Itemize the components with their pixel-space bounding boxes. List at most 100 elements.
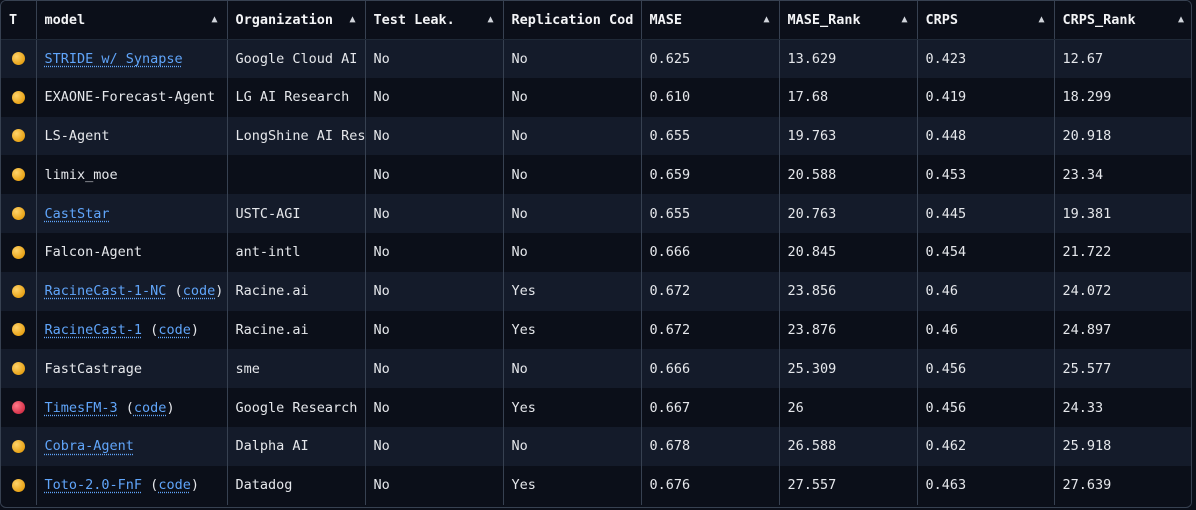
model-link[interactable]: Cobra-Agent (45, 438, 134, 454)
mase-rank-cell: 20.845 (779, 232, 918, 272)
code-link[interactable]: code (158, 477, 191, 493)
column-header-mase[interactable]: MASE ▲ (641, 1, 780, 40)
model-link[interactable]: CastStar (45, 206, 110, 222)
table-row: Cobra-Agent Dalpha AI No No 0.678 26.588 0.462… (1, 426, 1191, 466)
sort-arrow-icon[interactable]: ▲ (763, 14, 769, 25)
code-link[interactable]: code (134, 400, 167, 416)
table-row: STRIDE w/ Synapse Google Cloud AI No No 0.62… (1, 39, 1191, 78)
model-link[interactable]: RacineCast-1-NC (45, 283, 167, 299)
model-cell: limix_moe (36, 155, 228, 195)
crps-cell: 0.453 (917, 155, 1055, 195)
test-leak-cell: No (365, 426, 504, 466)
test-leak-cell: No (365, 155, 504, 195)
mase-cell: 0.655 (641, 116, 780, 156)
model-link[interactable]: RacineCast-1 (45, 322, 143, 338)
test-leak-cell: No (365, 194, 504, 233)
crps-rank-cell: 23.34 (1062, 166, 1104, 183)
column-header-crps-rank[interactable]: CRPS_Rank ▲ (1054, 1, 1191, 40)
mase-cell: 0.659 (641, 155, 780, 195)
mase-cell: 0.672 (641, 310, 780, 350)
replication-code-cell: No (503, 116, 642, 156)
type-dot-icon (11, 439, 25, 453)
table-row: RacineCast-1-NC (code) Racine.ai No Yes 0.67… (1, 271, 1191, 311)
sort-arrow-icon[interactable]: ▲ (1038, 14, 1044, 25)
type-cell (1, 310, 37, 350)
sort-arrow-icon[interactable]: ▲ (1178, 14, 1184, 25)
crps-rank-cell: 24.072 (1062, 283, 1112, 300)
crps-cell: 0.445 (917, 194, 1055, 233)
column-header-mase-rank[interactable]: MASE_Rank ▲ (779, 1, 918, 40)
sort-arrow-icon[interactable]: ▲ (487, 14, 493, 25)
table-header: T model ▲ Organization ▲ Test Leak. ▲ Repli… (1, 1, 1191, 40)
organization-cell: Dalpha AI (227, 426, 366, 466)
model-cell: FastCastrage (36, 349, 228, 389)
type-cell (1, 271, 37, 311)
type-dot-icon (11, 401, 25, 415)
type-cell (1, 116, 37, 156)
replication-code-cell: No (503, 77, 642, 117)
model-link[interactable]: STRIDE w/ Synapse (45, 51, 183, 67)
mase-cell: 0.655 (641, 194, 780, 233)
test-leak-cell: No (365, 271, 504, 311)
type-dot-icon (11, 478, 25, 492)
mase-rank-cell: 13.629 (779, 39, 918, 78)
mase-rank-cell: 19.763 (779, 116, 918, 156)
table-row: RacineCast-1 (code) Racine.ai No Yes 0.672 23… (1, 310, 1191, 350)
replication-code-cell: No (503, 426, 642, 466)
column-header-organization[interactable]: Organization ▲ (227, 1, 366, 40)
column-header-replication-code[interactable]: Replication Code (503, 1, 642, 40)
organization-cell: Racine.ai (227, 271, 366, 311)
organization-cell: Datadog (227, 465, 366, 505)
code-link[interactable]: code (158, 322, 191, 338)
type-dot-icon (11, 52, 25, 66)
test-leak-cell: No (365, 349, 504, 389)
test-leak-cell: No (365, 388, 504, 427)
replication-code-cell: No (503, 155, 642, 195)
model-cell: Toto-2.0-FnF (code) (36, 465, 228, 505)
organization-cell: Google Research (227, 388, 366, 427)
crps-rank-cell: 18.299 (1062, 89, 1112, 106)
mase-cell: 0.676 (641, 465, 780, 505)
replication-code-cell: Yes (503, 465, 642, 505)
column-header-crps[interactable]: CRPS ▲ (917, 1, 1055, 40)
crps-rank-cell: 21.722 (1062, 244, 1112, 261)
column-header-type[interactable]: T (1, 1, 37, 40)
model-link[interactable]: Toto-2.0-FnF (45, 477, 143, 493)
model-cell: EXAONE-Forecast-Agent (36, 77, 228, 117)
model-cell: RacineCast-1 (code) (36, 310, 228, 350)
crps-cell: 0.462 (917, 426, 1055, 466)
sort-arrow-icon[interactable]: ▲ (349, 14, 355, 25)
crps-rank-cell: 20.918 (1062, 127, 1112, 144)
table-row: EXAONE-Forecast-Agent LG AI Research No No 0… (1, 77, 1191, 117)
model-cell: RacineCast-1-NC (code) (36, 271, 228, 311)
replication-code-cell: No (503, 39, 642, 78)
mase-rank-cell: 23.876 (779, 310, 918, 350)
crps-rank-cell: 24.33 (1062, 399, 1104, 416)
model-cell: CastStar (36, 194, 228, 233)
mase-cell: 0.667 (641, 388, 780, 427)
type-dot-icon (11, 207, 25, 221)
type-dot-icon (11, 245, 25, 259)
model-cell: Falcon-Agent (36, 232, 228, 272)
table-row: FastCastrage sme No No 0.666 25.309 0.456 25.57… (1, 349, 1191, 389)
crps-cell: 0.463 (917, 465, 1055, 505)
table-row: TimesFM-3 (code) Google Research No Yes 0.66… (1, 388, 1191, 427)
sort-arrow-icon[interactable]: ▲ (901, 14, 907, 25)
sort-arrow-icon[interactable]: ▲ (211, 14, 217, 25)
mase-cell: 0.666 (641, 349, 780, 389)
column-header-model[interactable]: model ▲ (36, 1, 228, 40)
type-dot-icon (11, 323, 25, 337)
crps-cell: 0.46 (917, 271, 1055, 311)
table-body: STRIDE w/ Synapse Google Cloud AI No No 0.62… (1, 39, 1191, 505)
test-leak-cell: No (365, 39, 504, 78)
model-cell: LS-Agent (36, 116, 228, 156)
type-cell (1, 388, 37, 427)
crps-cell: 0.419 (917, 77, 1055, 117)
code-link[interactable]: code (183, 283, 216, 299)
type-cell (1, 39, 37, 78)
test-leak-cell: No (365, 232, 504, 272)
model-link[interactable]: TimesFM-3 (45, 400, 118, 416)
type-dot-icon (11, 129, 25, 143)
column-header-test-leak[interactable]: Test Leak. ▲ (365, 1, 504, 40)
mase-rank-cell: 23.856 (779, 271, 918, 311)
